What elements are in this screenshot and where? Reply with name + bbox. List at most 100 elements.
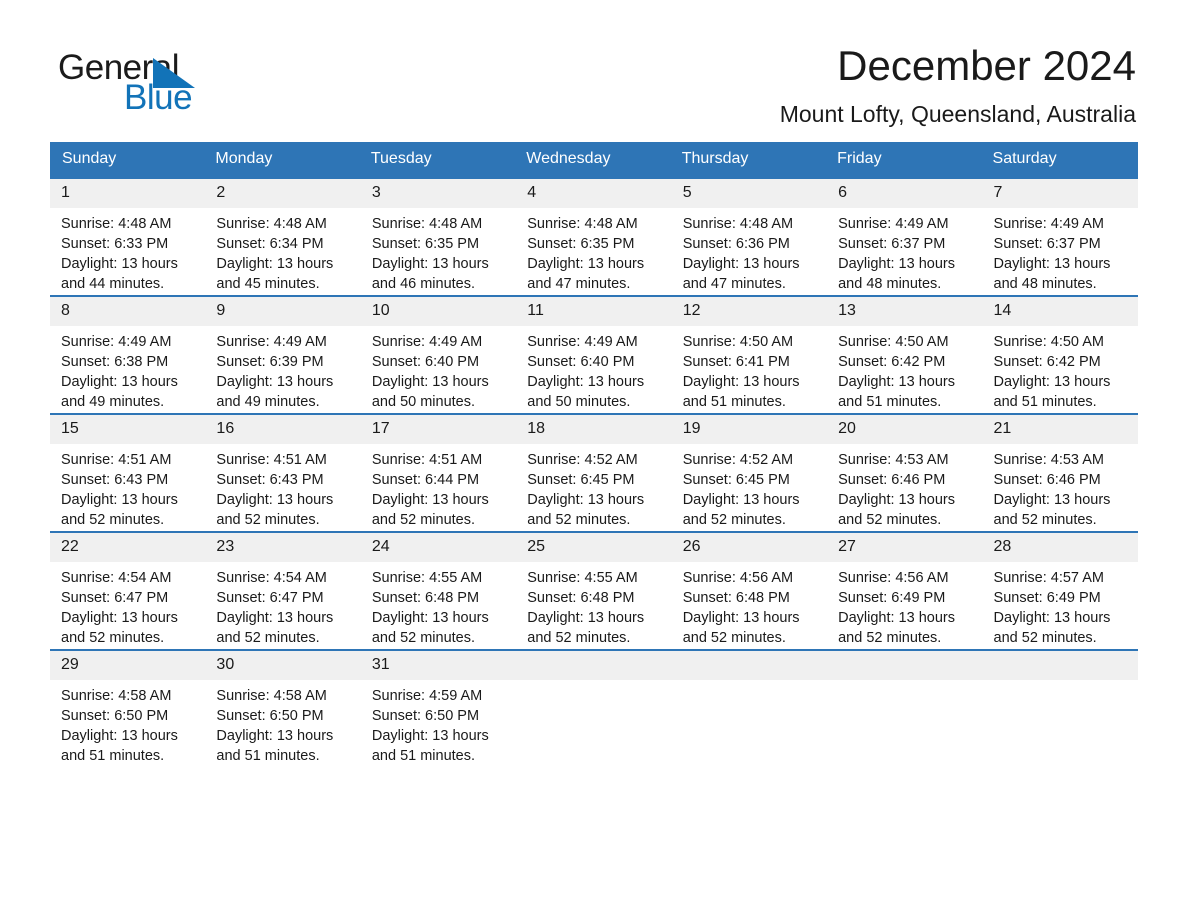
- day-details: Sunrise: 4:50 AM Sunset: 6:41 PM Daylight:…: [672, 326, 827, 412]
- calendar-day-cell[interactable]: 17 Sunrise: 4:51 AM Sunset: 6:44 PM Dayligh…: [360, 413, 517, 532]
- calendar-day-cell[interactable]: 9 Sunrise: 4:49 AM Sunset: 6:39 PM Daylight…: [205, 295, 361, 414]
- daylight-text: Daylight: 13 hours and 52 minutes.: [371, 491, 489, 528]
- day-details: Sunrise: 4:48 AM Sunset: 6:35 PM Daylight:…: [516, 208, 671, 294]
- sunset-text: Sunset: 6:46 PM: [993, 471, 1101, 488]
- day-number: 2: [205, 179, 361, 208]
- calendar-empty-cell: [516, 649, 672, 767]
- weekday-header-tuesday: Tuesday: [360, 142, 517, 178]
- calendar-day-cell[interactable]: 22 Sunrise: 4:54 AM Sunset: 6:47 PM Dayligh…: [50, 531, 206, 650]
- calendar-body: 1 Sunrise: 4:48 AM Sunset: 6:33 PM Daylight…: [50, 177, 1138, 767]
- sunset-text: Sunset: 6:50 PM: [61, 707, 169, 724]
- page-title: December 2024: [837, 42, 1136, 89]
- day-number: 16: [205, 415, 361, 444]
- sunrise-text: Sunrise: 4:49 AM: [216, 333, 327, 350]
- calendar-week-row: 1 Sunrise: 4:48 AM Sunset: 6:33 PM Daylight…: [50, 177, 1138, 296]
- calendar-day-cell[interactable]: 23 Sunrise: 4:54 AM Sunset: 6:47 PM Dayligh…: [205, 531, 361, 650]
- day-details: Sunrise: 4:56 AM Sunset: 6:48 PM Daylight:…: [672, 562, 827, 648]
- calendar-day-cell[interactable]: 18 Sunrise: 4:52 AM Sunset: 6:45 PM Dayligh…: [516, 413, 672, 532]
- calendar-day-cell[interactable]: 5 Sunrise: 4:48 AM Sunset: 6:36 PM Daylight…: [671, 177, 828, 296]
- daylight-text: Daylight: 13 hours and 48 minutes.: [838, 255, 955, 292]
- sunset-text: Sunset: 6:50 PM: [216, 707, 324, 724]
- weekday-header-monday: Monday: [205, 142, 361, 178]
- sunrise-text: Sunrise: 4:59 AM: [371, 687, 483, 704]
- sunset-text: Sunset: 6:37 PM: [838, 235, 946, 252]
- calendar-day-cell[interactable]: 15 Sunrise: 4:51 AM Sunset: 6:43 PM Dayligh…: [50, 413, 206, 532]
- sunrise-sunset-calendar: Sunday Monday Tuesday Wednesday Thursday…: [50, 142, 1138, 767]
- calendar-week-row: 15 Sunrise: 4:51 AM Sunset: 6:43 PM Dayligh…: [50, 413, 1138, 532]
- sunset-text: Sunset: 6:44 PM: [371, 471, 480, 488]
- sunrise-text: Sunrise: 4:53 AM: [993, 451, 1104, 468]
- sunrise-text: Sunrise: 4:49 AM: [838, 215, 949, 232]
- day-number: 17: [360, 415, 517, 444]
- calendar-day-cell[interactable]: 14 Sunrise: 4:50 AM Sunset: 6:42 PM Dayligh…: [982, 295, 1138, 414]
- day-details: Sunrise: 4:53 AM Sunset: 6:46 PM Daylight:…: [983, 444, 1138, 530]
- calendar-day-cell[interactable]: 29 Sunrise: 4:58 AM Sunset: 6:50 PM Dayligh…: [50, 649, 206, 767]
- calendar-day-cell[interactable]: 11 Sunrise: 4:49 AM Sunset: 6:40 PM Dayligh…: [516, 295, 672, 414]
- sunrise-text: Sunrise: 4:49 AM: [371, 333, 483, 350]
- day-number: 27: [827, 533, 983, 562]
- daylight-text: Daylight: 13 hours and 48 minutes.: [993, 255, 1111, 292]
- sunset-text: Sunset: 6:34 PM: [216, 235, 324, 252]
- calendar-day-cell[interactable]: 25 Sunrise: 4:55 AM Sunset: 6:48 PM Dayligh…: [516, 531, 672, 650]
- day-number: 22: [50, 533, 206, 562]
- day-number: 31: [360, 651, 517, 680]
- calendar-day-cell[interactable]: 21 Sunrise: 4:53 AM Sunset: 6:46 PM Dayligh…: [982, 413, 1138, 532]
- sunrise-text: Sunrise: 4:55 AM: [371, 569, 483, 586]
- day-details: Sunrise: 4:54 AM Sunset: 6:47 PM Daylight:…: [205, 562, 360, 648]
- day-details: Sunrise: 4:57 AM Sunset: 6:49 PM Daylight:…: [983, 562, 1138, 648]
- daylight-text: Daylight: 13 hours and 52 minutes.: [527, 491, 645, 528]
- calendar-day-cell[interactable]: 28 Sunrise: 4:57 AM Sunset: 6:49 PM Dayligh…: [982, 531, 1138, 650]
- calendar-day-cell[interactable]: 27 Sunrise: 4:56 AM Sunset: 6:49 PM Dayligh…: [827, 531, 983, 650]
- day-number: 4: [516, 179, 672, 208]
- daylight-text: Daylight: 13 hours and 49 minutes.: [61, 373, 178, 410]
- weekday-header-sunday: Sunday: [50, 142, 206, 178]
- calendar-day-cell[interactable]: 30 Sunrise: 4:58 AM Sunset: 6:50 PM Dayligh…: [205, 649, 361, 767]
- calendar-day-cell[interactable]: 26 Sunrise: 4:56 AM Sunset: 6:48 PM Dayligh…: [671, 531, 828, 650]
- calendar-day-cell[interactable]: 13 Sunrise: 4:50 AM Sunset: 6:42 PM Dayligh…: [827, 295, 983, 414]
- daylight-text: Daylight: 13 hours and 51 minutes.: [682, 373, 800, 410]
- daylight-text: Daylight: 13 hours and 50 minutes.: [527, 373, 645, 410]
- calendar-day-cell[interactable]: 2 Sunrise: 4:48 AM Sunset: 6:34 PM Daylight…: [205, 177, 361, 296]
- sunset-text: Sunset: 6:40 PM: [527, 353, 635, 370]
- calendar-day-cell[interactable]: 6 Sunrise: 4:49 AM Sunset: 6:37 PM Daylight…: [827, 177, 983, 296]
- day-number: [516, 651, 672, 680]
- sunrise-text: Sunrise: 4:56 AM: [838, 569, 949, 586]
- calendar-day-cell[interactable]: 7 Sunrise: 4:49 AM Sunset: 6:37 PM Daylight…: [982, 177, 1138, 296]
- daylight-text: Daylight: 13 hours and 52 minutes.: [838, 491, 955, 528]
- sunrise-text: Sunrise: 4:48 AM: [371, 215, 483, 232]
- daylight-text: Daylight: 13 hours and 52 minutes.: [216, 491, 334, 528]
- daylight-text: Daylight: 13 hours and 51 minutes.: [838, 373, 955, 410]
- daylight-text: Daylight: 13 hours and 51 minutes.: [61, 727, 178, 764]
- sunrise-text: Sunrise: 4:58 AM: [216, 687, 327, 704]
- calendar-day-cell[interactable]: 31 Sunrise: 4:59 AM Sunset: 6:50 PM Dayligh…: [360, 649, 517, 767]
- general-blue-logo[interactable]: General Blue: [50, 44, 230, 115]
- sunset-text: Sunset: 6:50 PM: [371, 707, 480, 724]
- sunset-text: Sunset: 6:35 PM: [371, 235, 480, 252]
- daylight-text: Daylight: 13 hours and 51 minutes.: [216, 727, 334, 764]
- calendar-day-cell[interactable]: 24 Sunrise: 4:55 AM Sunset: 6:48 PM Dayligh…: [360, 531, 517, 650]
- day-number: 30: [205, 651, 361, 680]
- day-number: 26: [671, 533, 828, 562]
- calendar-day-cell[interactable]: 8 Sunrise: 4:49 AM Sunset: 6:38 PM Daylight…: [50, 295, 206, 414]
- calendar-week-row: 8 Sunrise: 4:49 AM Sunset: 6:38 PM Daylight…: [50, 295, 1138, 414]
- day-details: Sunrise: 4:56 AM Sunset: 6:49 PM Daylight:…: [827, 562, 982, 648]
- sunset-text: Sunset: 6:43 PM: [216, 471, 324, 488]
- calendar-day-cell[interactable]: 4 Sunrise: 4:48 AM Sunset: 6:35 PM Daylight…: [516, 177, 672, 296]
- day-details: Sunrise: 4:48 AM Sunset: 6:35 PM Daylight:…: [361, 208, 516, 294]
- sunrise-text: Sunrise: 4:58 AM: [61, 687, 172, 704]
- calendar-day-cell[interactable]: 16 Sunrise: 4:51 AM Sunset: 6:43 PM Dayligh…: [205, 413, 361, 532]
- calendar-day-cell[interactable]: 10 Sunrise: 4:49 AM Sunset: 6:40 PM Dayligh…: [360, 295, 517, 414]
- day-number: 24: [360, 533, 517, 562]
- sunrise-text: Sunrise: 4:51 AM: [61, 451, 172, 468]
- daylight-text: Daylight: 13 hours and 52 minutes.: [216, 609, 334, 646]
- day-details: Sunrise: 4:51 AM Sunset: 6:43 PM Daylight:…: [50, 444, 205, 530]
- weekday-header-thursday: Thursday: [671, 142, 828, 178]
- calendar-day-cell[interactable]: 19 Sunrise: 4:52 AM Sunset: 6:45 PM Dayligh…: [671, 413, 828, 532]
- calendar-day-cell[interactable]: 1 Sunrise: 4:48 AM Sunset: 6:33 PM Daylight…: [50, 177, 206, 296]
- sunrise-text: Sunrise: 4:54 AM: [216, 569, 327, 586]
- calendar-day-cell[interactable]: 12 Sunrise: 4:50 AM Sunset: 6:41 PM Dayligh…: [671, 295, 828, 414]
- day-number: 28: [982, 533, 1138, 562]
- day-number: 19: [671, 415, 828, 444]
- calendar-day-cell[interactable]: 3 Sunrise: 4:48 AM Sunset: 6:35 PM Daylight…: [360, 177, 517, 296]
- calendar-day-cell[interactable]: 20 Sunrise: 4:53 AM Sunset: 6:46 PM Dayligh…: [827, 413, 983, 532]
